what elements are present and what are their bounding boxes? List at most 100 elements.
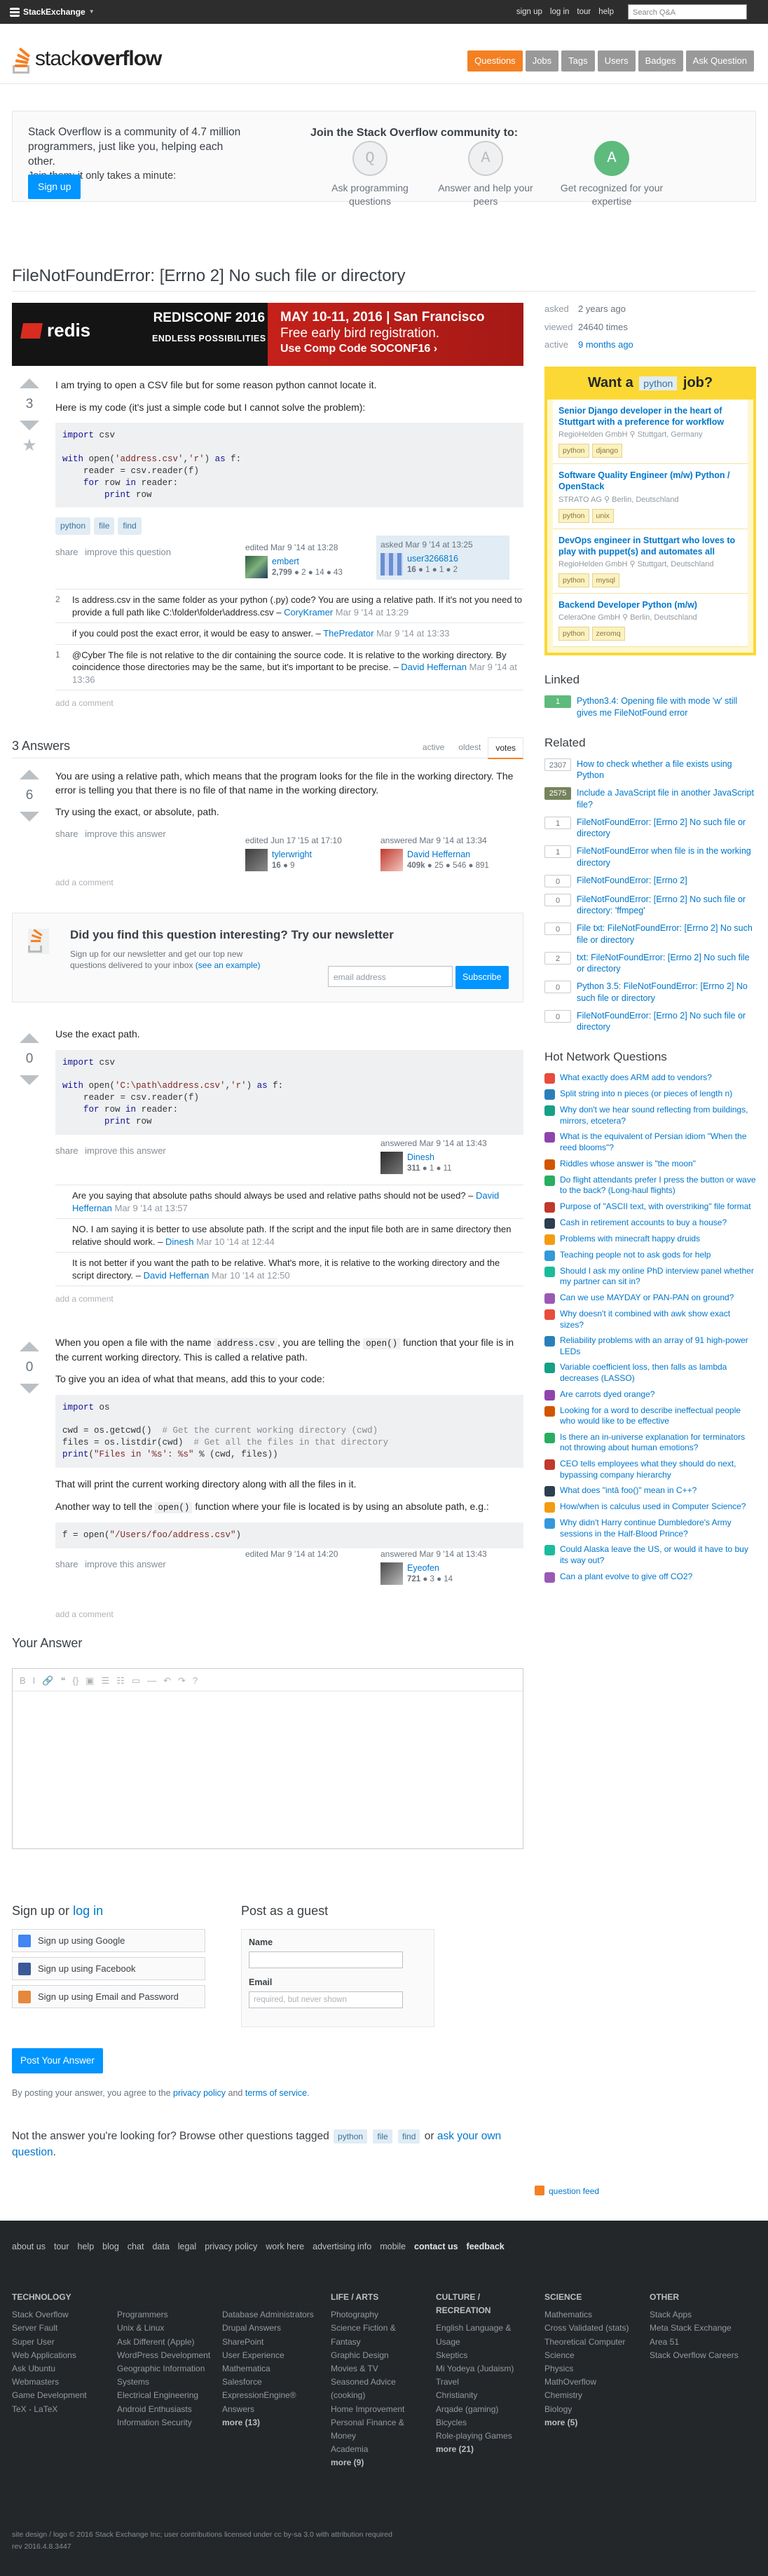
search-input[interactable]: Search Q&A [628,4,747,20]
job-tag[interactable]: python [558,508,589,523]
hr-icon[interactable]: ― [147,1675,156,1686]
footer-site-link[interactable]: English Language & Usage [436,2322,530,2348]
footer-site-link[interactable]: Theoretical Computer Science [544,2336,639,2362]
footer-site-link[interactable]: Android Enthusiasts [117,2403,212,2416]
hnq-item[interactable]: What exactly does ARM add to vendors? [544,1072,756,1084]
footer-link[interactable]: help [78,2241,95,2253]
quote-icon[interactable]: ❝ [60,1675,65,1686]
related-item[interactable]: 2575 Include a JavaScript file in another… [544,787,756,810]
footer-site-link[interactable]: WordPress Development [117,2349,212,2362]
footer-link[interactable]: privacy policy [205,2241,257,2253]
related-title[interactable]: FileNotFoundError: [Errno 2] [577,875,687,887]
footer-site-link[interactable]: Christianity [436,2389,530,2402]
code-icon[interactable]: {} [72,1675,78,1686]
email-field[interactable]: required, but never shown [249,1991,403,2008]
avatar[interactable] [380,553,403,576]
related-item[interactable]: 0 FileNotFoundError: [Errno 2] No such fi… [544,1009,756,1033]
tab-votes[interactable]: votes [488,737,523,760]
hnq-title[interactable]: Reliability problems with an array of 91… [560,1335,756,1357]
related-title[interactable]: Python 3.5: FileNotFoundError: [Errno 2]… [577,981,756,1004]
footer-site-link[interactable]: Mi Yodeya (Judaism) [436,2362,530,2376]
topbar-help-link[interactable]: help [598,7,614,18]
user-link[interactable]: tylerwright [272,849,312,861]
undo-icon[interactable]: ↶ [163,1675,171,1686]
nav-badges[interactable]: Badges [638,50,683,71]
edited-time[interactable]: edited Mar 9 '14 at 13:28 [245,542,370,553]
hnq-item[interactable]: Problems with minecraft happy druids [544,1234,756,1245]
hnq-item[interactable]: Reliability problems with an array of 91… [544,1335,756,1357]
share-link[interactable]: share [55,829,78,839]
job-title[interactable]: Senior Django developer in the heart of … [558,405,742,428]
hnq-title[interactable]: Can a plant evolve to give off CO2? [560,1572,692,1583]
hnq-title[interactable]: Problems with minecraft happy druids [560,1234,700,1245]
footer-link[interactable]: feedback [467,2241,505,2253]
related-item[interactable]: 0 FileNotFoundError: [Errno 2] [544,874,756,887]
hnq-item[interactable]: Is there an in-universe explanation for … [544,1432,756,1454]
footer-site-link[interactable]: Webmasters [12,2376,107,2389]
job-title[interactable]: Backend Developer Python (m/w) [558,599,742,611]
bold-icon[interactable]: B [20,1675,26,1686]
hnq-item[interactable]: Riddles whose answer is "the moon" [544,1159,756,1170]
link-icon[interactable]: 🔗 [42,1675,53,1686]
privacy-link[interactable]: privacy policy [173,2088,226,2098]
hnq-item[interactable]: Why doesn't it combined with awk show ex… [544,1309,756,1330]
user-link[interactable]: Dinesh [407,1152,452,1164]
footer-link[interactable]: advertising info [313,2241,371,2253]
hnq-title[interactable]: Split string into n pieces (or pieces of… [560,1089,732,1100]
upvote-icon[interactable] [20,770,39,779]
footer-site-link[interactable]: Role-playing Games [436,2430,530,2443]
hnq-title[interactable]: Is there an in-universe explanation for … [560,1432,756,1454]
footer-site-link[interactable]: Server Fault [12,2322,107,2335]
add-comment-link[interactable]: add a comment [55,1293,523,1304]
related-title[interactable]: How to check whether a file exists using… [577,758,756,782]
stackexchange-menu[interactable]: StackExchange ▼ [10,6,95,18]
upvote-icon[interactable] [20,1033,39,1043]
hnq-title[interactable]: Looking for a word to describe ineffectu… [560,1405,756,1427]
linked-item[interactable]: 1 Python3.4: Opening file with mode 'w' s… [544,695,756,718]
footer-site-link[interactable]: Ask Ubuntu [12,2362,107,2376]
signup-google-button[interactable]: Sign up using Google [12,1929,205,1952]
comment-user-link[interactable]: David Heffernan [401,662,467,672]
footer-site-link[interactable]: Game Development [12,2389,107,2402]
login-link[interactable]: log in [73,1904,103,1918]
add-comment-link[interactable]: add a comment [55,877,523,889]
footer-site-link[interactable]: Stack Overflow Careers [650,2349,744,2362]
improve-link[interactable]: improve this answer [85,1145,166,1156]
job-tag[interactable]: python [558,627,589,641]
comment-user-link[interactable]: CoryKramer [284,607,333,618]
hnq-title[interactable]: Purpose of "ASCII text, with overstrikin… [560,1201,751,1213]
signup-facebook-button[interactable]: Sign up using Facebook [12,1957,205,1980]
footer-link[interactable]: contact us [414,2241,458,2253]
hnq-item[interactable]: Split string into n pieces (or pieces of… [544,1089,756,1100]
footer-site-link[interactable]: Chemistry [544,2389,639,2402]
tag-find[interactable]: find [118,517,142,536]
related-item[interactable]: 0 File txt: FileNotFoundError: [Errno 2] … [544,922,756,946]
comment-user-link[interactable]: David Heffernan [144,1270,210,1281]
footer-site-link[interactable]: Web Applications [12,2349,107,2362]
footer-site-link[interactable]: Salesforce [222,2376,317,2389]
heading-icon[interactable]: ▭ [132,1675,140,1686]
footer-site-link[interactable]: Bicycles [436,2416,530,2430]
avatar[interactable] [380,1152,403,1175]
footer-site-link[interactable]: Stack Overflow [12,2308,107,2322]
signup-email-button[interactable]: Sign up using Email and Password [12,1985,205,2008]
footer-link[interactable]: chat [128,2241,144,2253]
hnq-title[interactable]: Do flight attendants prefer I press the … [560,1175,756,1197]
related-title[interactable]: File txt: FileNotFoundError: [Errno 2] N… [577,922,756,946]
help-icon[interactable]: ? [193,1675,198,1686]
bullet-list-icon[interactable]: ☷ [116,1675,125,1686]
nav-jobs[interactable]: Jobs [525,50,559,71]
nav-questions[interactable]: Questions [467,50,523,71]
job-listing[interactable]: DevOps engineer in Stuttgart who loves t… [553,529,748,594]
hnq-title[interactable]: Why didn't Harry continue Dumbledore's A… [560,1518,756,1539]
related-item[interactable]: 1 FileNotFoundError: [Errno 2] No such fi… [544,816,756,840]
user-link[interactable]: Eyeofen [407,1562,453,1574]
topbar-login-link[interactable]: log in [550,7,570,18]
hnq-item[interactable]: How/when is calculus used in Computer Sc… [544,1501,756,1513]
footer-site-link[interactable]: Mathematica [222,2362,317,2376]
footer-site-link[interactable]: Mathematics [544,2308,639,2322]
footer-site-link[interactable]: Skeptics [436,2349,530,2362]
footer-site-link[interactable]: more (21) [436,2443,530,2456]
job-tag[interactable]: python [558,443,589,458]
add-comment-link[interactable]: add a comment [55,1609,523,1621]
